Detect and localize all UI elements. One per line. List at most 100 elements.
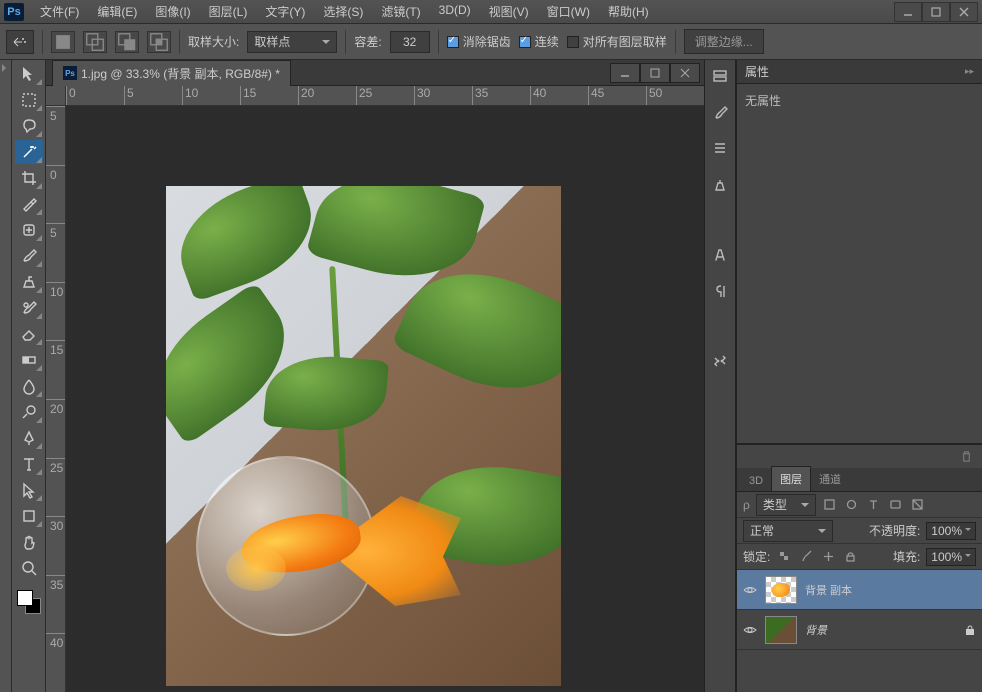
filter-pixel-icon[interactable] bbox=[822, 497, 838, 513]
menu-view[interactable]: 视图(V) bbox=[481, 0, 537, 23]
brush-panel-icon[interactable] bbox=[709, 102, 731, 124]
canvas[interactable] bbox=[166, 186, 561, 686]
refine-edge-button[interactable]: 调整边缘... bbox=[684, 29, 764, 54]
opacity-input[interactable]: 100% bbox=[926, 522, 976, 540]
zoom-tool[interactable] bbox=[15, 556, 43, 580]
intersect-selection-icon[interactable] bbox=[147, 31, 171, 53]
tool-preset-picker[interactable] bbox=[6, 30, 34, 54]
blend-mode-dropdown[interactable]: 正常 bbox=[743, 520, 833, 542]
doc-maximize-button[interactable] bbox=[640, 63, 670, 83]
menu-edit[interactable]: 编辑(E) bbox=[89, 0, 145, 23]
menu-image[interactable]: 图像(I) bbox=[147, 0, 198, 23]
close-button[interactable] bbox=[950, 2, 978, 22]
doc-close-button[interactable] bbox=[670, 63, 700, 83]
toolbox-collapse-gutter[interactable] bbox=[0, 60, 12, 692]
lock-transparency-icon[interactable] bbox=[776, 549, 792, 565]
clone-source-icon[interactable] bbox=[709, 174, 731, 196]
options-bar: 取样大小: 取样点 容差: 消除锯齿 连续 对所有图层取样 调整边缘... bbox=[0, 24, 982, 60]
hand-tool[interactable] bbox=[15, 530, 43, 554]
foreground-color[interactable] bbox=[17, 590, 33, 606]
eraser-tool[interactable] bbox=[15, 322, 43, 346]
filter-shape-icon[interactable] bbox=[888, 497, 904, 513]
trash-icon[interactable] bbox=[958, 449, 974, 465]
blend-opacity-row: 正常 不透明度: 100% bbox=[737, 518, 982, 544]
menu-select[interactable]: 选择(S) bbox=[315, 0, 371, 23]
visibility-toggle[interactable] bbox=[743, 623, 757, 637]
crop-tool[interactable] bbox=[15, 166, 43, 190]
clone-stamp-tool[interactable] bbox=[15, 270, 43, 294]
path-selection-tool[interactable] bbox=[15, 478, 43, 502]
brush-presets-icon[interactable] bbox=[709, 138, 731, 160]
new-selection-icon[interactable] bbox=[51, 31, 75, 53]
tab-3d[interactable]: 3D bbox=[741, 471, 771, 491]
layer-thumbnail[interactable] bbox=[765, 616, 797, 644]
eyedropper-tool[interactable] bbox=[15, 192, 43, 216]
lasso-tool[interactable] bbox=[15, 114, 43, 138]
properties-panel-header[interactable]: 属性 ▸▸ bbox=[737, 60, 982, 84]
character-panel-icon[interactable] bbox=[709, 244, 731, 266]
brush-tool[interactable] bbox=[15, 244, 43, 268]
menu-type[interactable]: 文字(Y) bbox=[257, 0, 313, 23]
history-panel-icon[interactable] bbox=[709, 66, 731, 88]
history-brush-tool[interactable] bbox=[15, 296, 43, 320]
horizontal-ruler[interactable]: 05101520253035404550 bbox=[66, 86, 704, 106]
visibility-toggle[interactable] bbox=[743, 583, 757, 597]
menu-3d[interactable]: 3D(D) bbox=[431, 0, 479, 23]
layer-name[interactable]: 背景 副本 bbox=[805, 582, 976, 598]
tolerance-input[interactable] bbox=[390, 31, 430, 53]
sample-size-label: 取样大小: bbox=[188, 33, 239, 50]
layer-thumbnail[interactable] bbox=[765, 576, 797, 604]
lock-image-icon[interactable] bbox=[798, 549, 814, 565]
layer-row[interactable]: 背景 副本 bbox=[737, 570, 982, 610]
type-tool[interactable] bbox=[15, 452, 43, 476]
dodge-tool[interactable] bbox=[15, 400, 43, 424]
maximize-button[interactable] bbox=[922, 2, 950, 22]
panel-collapse-icon[interactable]: ▸▸ bbox=[965, 66, 974, 77]
add-selection-icon[interactable] bbox=[83, 31, 107, 53]
marquee-tool[interactable] bbox=[15, 88, 43, 112]
document-tab[interactable]: Ps 1.jpg @ 33.3% (背景 副本, RGB/8#) * bbox=[52, 60, 291, 86]
document-area: Ps 1.jpg @ 33.3% (背景 副本, RGB/8#) * 05101… bbox=[46, 60, 704, 692]
filter-type-icon[interactable] bbox=[866, 497, 882, 513]
sample-size-dropdown[interactable]: 取样点 bbox=[247, 31, 337, 53]
tab-layers[interactable]: 图层 bbox=[771, 466, 811, 491]
antialias-checkbox[interactable]: 消除锯齿 bbox=[447, 33, 511, 50]
color-swatches[interactable] bbox=[15, 588, 43, 616]
pen-tool[interactable] bbox=[15, 426, 43, 450]
layers-panel: 3D 图层 通道 ρ 类型 正常 不透明度: 100% 锁定: bbox=[737, 468, 982, 692]
tab-channels[interactable]: 通道 bbox=[811, 467, 849, 491]
check-icon bbox=[519, 36, 531, 48]
menu-window[interactable]: 窗口(W) bbox=[539, 0, 598, 23]
subtract-selection-icon[interactable] bbox=[115, 31, 139, 53]
collapsed-panel-dock bbox=[704, 60, 736, 692]
contiguous-checkbox[interactable]: 连续 bbox=[519, 33, 559, 50]
fill-input[interactable]: 100% bbox=[926, 548, 976, 566]
menu-layer[interactable]: 图层(L) bbox=[201, 0, 256, 23]
menu-help[interactable]: 帮助(H) bbox=[600, 0, 657, 23]
paragraph-panel-icon[interactable] bbox=[709, 280, 731, 302]
menu-file[interactable]: 文件(F) bbox=[32, 0, 87, 23]
minimize-button[interactable] bbox=[894, 2, 922, 22]
move-tool[interactable] bbox=[15, 62, 43, 86]
lock-all-icon[interactable] bbox=[842, 549, 858, 565]
check-icon bbox=[567, 36, 579, 48]
layer-row[interactable]: 背景 bbox=[737, 610, 982, 650]
tools-panel-icon[interactable] bbox=[709, 350, 731, 372]
layer-name[interactable]: 背景 bbox=[805, 622, 956, 638]
filter-adjustment-icon[interactable] bbox=[844, 497, 860, 513]
all-layers-label: 对所有图层取样 bbox=[583, 33, 667, 50]
canvas-viewport[interactable]: 05101520253035404550 50510152025303540 bbox=[46, 86, 704, 692]
magic-wand-tool[interactable] bbox=[15, 140, 43, 164]
doc-minimize-button[interactable] bbox=[610, 63, 640, 83]
menu-filter[interactable]: 滤镜(T) bbox=[373, 0, 428, 23]
vertical-ruler[interactable]: 50510152025303540 bbox=[46, 106, 66, 692]
all-layers-checkbox[interactable]: 对所有图层取样 bbox=[567, 33, 667, 50]
shape-tool[interactable] bbox=[15, 504, 43, 528]
ruler-origin[interactable] bbox=[46, 86, 66, 106]
filter-smart-icon[interactable] bbox=[910, 497, 926, 513]
filter-type-dropdown[interactable]: 类型 bbox=[756, 494, 816, 516]
healing-brush-tool[interactable] bbox=[15, 218, 43, 242]
lock-position-icon[interactable] bbox=[820, 549, 836, 565]
gradient-tool[interactable] bbox=[15, 348, 43, 372]
blur-tool[interactable] bbox=[15, 374, 43, 398]
